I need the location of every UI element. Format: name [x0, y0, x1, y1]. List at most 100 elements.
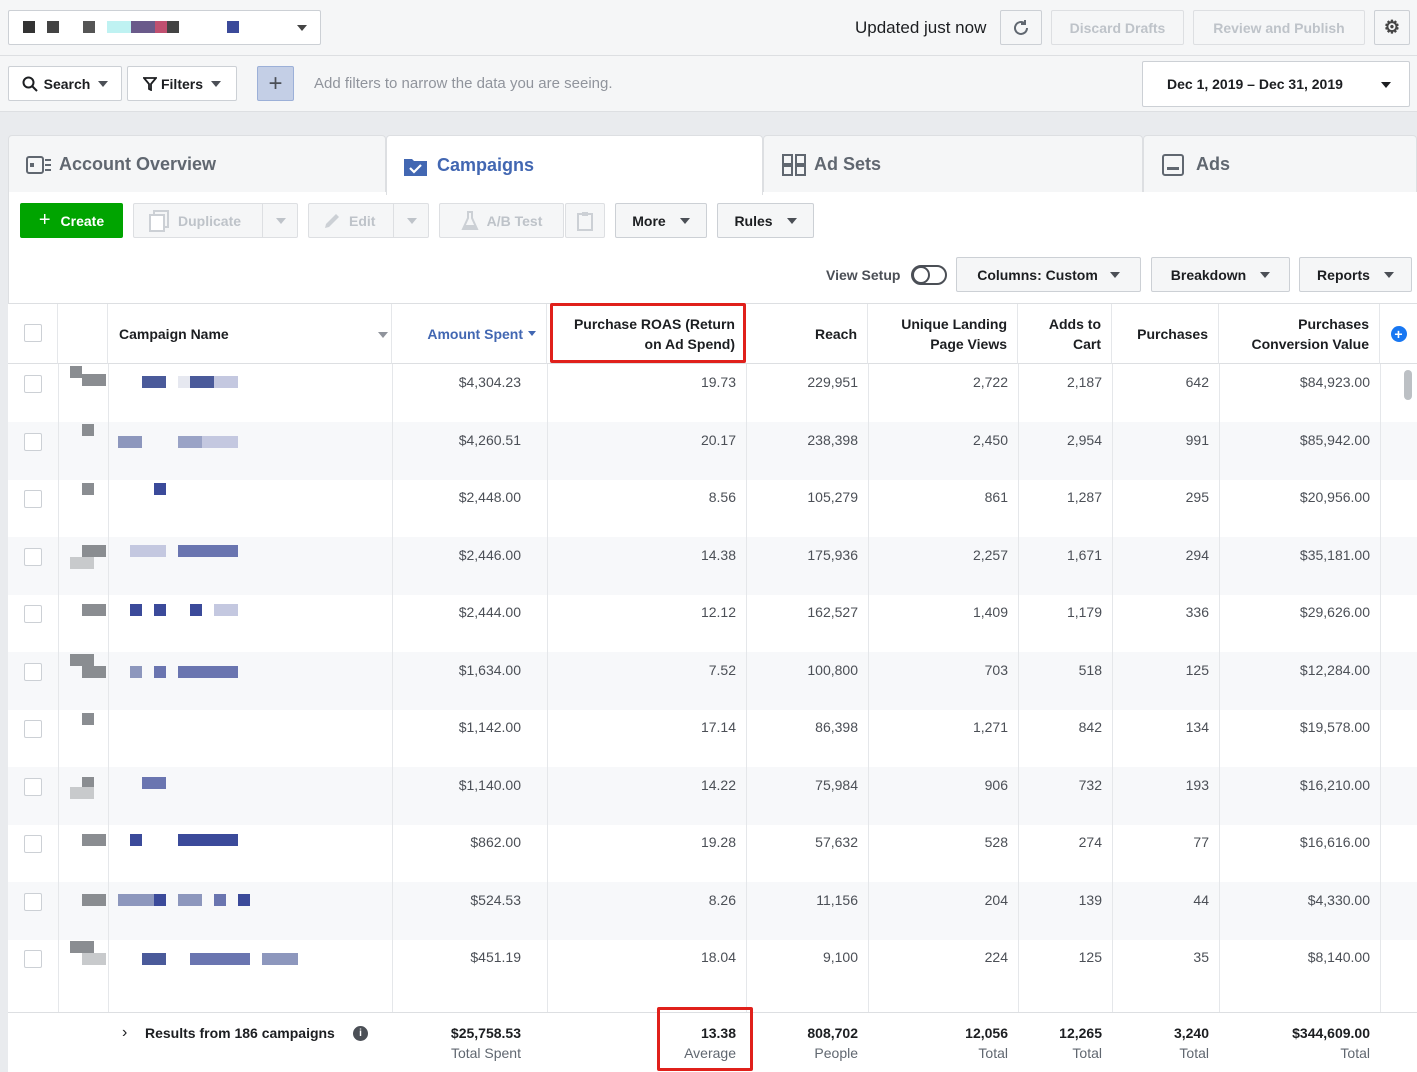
column-header-unique-landing-page-views[interactable]: Unique Landing Page Views: [868, 304, 1018, 364]
create-label: Create: [60, 212, 105, 229]
reach-cell: 105,279: [807, 489, 858, 505]
select-all-checkbox[interactable]: [24, 324, 42, 342]
summary-label: Total Spent: [450, 1045, 521, 1061]
unique-landing-page-views-cell: 2,450: [972, 431, 1008, 448]
row-checkbox[interactable]: [24, 375, 42, 393]
reach-cell: 86,398: [815, 719, 858, 735]
update-status: Updated just now: [855, 18, 987, 37]
summary-amount-spent: $25,758.53 Total Spent: [451, 1023, 521, 1063]
redacted-block: [155, 21, 167, 33]
rules-button[interactable]: Rules: [717, 203, 814, 238]
table-row[interactable]: $1,634.00 7.52 100,800 703 518 125 $12,284.00: [8, 651, 1417, 710]
row-checkbox[interactable]: [24, 662, 42, 681]
add-column-icon[interactable]: +: [1390, 325, 1407, 342]
row-checkbox[interactable]: [24, 720, 42, 738]
search-button[interactable]: Search: [8, 66, 122, 101]
purchases-conversion-value-cell: $16,616.00: [1299, 834, 1370, 850]
summary-value: 808,702: [807, 1025, 858, 1041]
clipboard-button[interactable]: [565, 203, 605, 238]
unique-landing-page-views-cell: 2,257: [972, 546, 1008, 563]
row-checkbox[interactable]: [24, 432, 42, 451]
chevron-down-icon: [276, 218, 286, 224]
purchases-conversion-value-cell: $20,956.00: [1299, 489, 1370, 505]
refresh-button[interactable]: [1000, 10, 1042, 45]
settings-button[interactable]: ⚙: [1374, 10, 1410, 45]
amount-spent-cell: $2,448.00: [458, 489, 521, 505]
discard-drafts-button[interactable]: Discard Drafts: [1051, 10, 1184, 45]
column-header-purchases[interactable]: Purchases: [1112, 304, 1219, 364]
refresh-icon: [1014, 19, 1028, 35]
columns-prefix: Columns:: [977, 266, 1046, 283]
reports-button[interactable]: Reports: [1299, 257, 1412, 292]
date-range-picker[interactable]: Dec 1, 2019 – Dec 31, 2019: [1142, 61, 1410, 107]
chevron-down-icon: [297, 25, 307, 31]
column-header-reach[interactable]: Reach: [746, 304, 868, 364]
row-checkbox[interactable]: [24, 605, 42, 623]
filter-hint: Add filters to narrow the data you are s…: [314, 75, 613, 92]
columns-button[interactable]: Columns: Custom: [956, 257, 1141, 292]
table-row[interactable]: $4,304.23 19.73 229,951 2,722 2,187 642 $84,92…: [8, 364, 1417, 422]
duplicate-icon: [149, 209, 169, 232]
redacted-campaign-name: [154, 604, 166, 616]
column-header-amount-spent[interactable]: Amount Spent: [392, 304, 547, 364]
table-row[interactable]: $4,260.51 20.17 238,398 2,450 2,954 991 $85,94…: [8, 421, 1417, 480]
purchases-cell: 336: [1185, 604, 1209, 620]
view-setup-toggle[interactable]: [911, 265, 947, 285]
redacted-campaign-name: [214, 376, 238, 388]
row-checkbox[interactable]: [24, 490, 42, 508]
purchases-conversion-value-cell: $35,181.00: [1299, 546, 1370, 563]
account-selector[interactable]: [8, 10, 321, 45]
redacted-campaign-name: [178, 544, 238, 557]
tab-account-overview[interactable]: Account Overview: [8, 135, 386, 193]
more-button[interactable]: More: [615, 203, 707, 238]
row-checkbox[interactable]: [24, 950, 42, 968]
review-publish-button[interactable]: Review and Publish: [1193, 10, 1365, 45]
tab-campaigns[interactable]: Campaigns: [386, 135, 763, 195]
row-checkbox[interactable]: [24, 892, 42, 911]
column-header-campaign-name[interactable]: Campaign Name: [108, 304, 392, 364]
edit-button[interactable]: Edit: [308, 203, 429, 238]
row-checkbox[interactable]: [24, 777, 42, 796]
table-row[interactable]: $1,140.00 14.22 75,984 906 732 193 $16,210.00: [8, 766, 1417, 825]
column-header-purchases-conversion-value[interactable]: Purchases Conversion Value: [1219, 304, 1380, 364]
results-count: Results from 186 campaigns: [145, 1025, 335, 1041]
add-filter-button[interactable]: +: [257, 66, 294, 101]
table-row[interactable]: $2,448.00 8.56 105,279 861 1,287 295 $20,956.0…: [8, 479, 1417, 537]
columns-value: Custom: [1045, 266, 1098, 283]
row-checkbox[interactable]: [24, 547, 42, 566]
table-row[interactable]: $1,142.00 17.14 86,398 1,271 842 134 $19,578.0…: [8, 709, 1417, 767]
filters-button[interactable]: Filters: [127, 66, 237, 101]
tab-ad-sets[interactable]: Ad Sets: [763, 135, 1143, 193]
column-header-adds-to-cart[interactable]: Adds to Cart: [1018, 304, 1112, 364]
redacted-campaign-name: [118, 893, 154, 906]
duplicate-button[interactable]: Duplicate: [133, 203, 298, 238]
row-checkbox[interactable]: [24, 835, 42, 853]
header-label: Amount Spent: [427, 325, 523, 342]
table-row[interactable]: $2,446.00 14.38 175,936 2,257 1,671 294 $35,18…: [8, 536, 1417, 595]
table-row[interactable]: $451.19 18.04 9,100 224 125 35 $8,140.00: [8, 939, 1417, 997]
adds-to-cart-cell: 2,187: [1066, 374, 1102, 390]
table-row[interactable]: $2,444.00 12.12 162,527 1,409 1,179 336 $29,62…: [8, 594, 1417, 652]
purchases-cell: 134: [1185, 719, 1209, 735]
purchases-conversion-value-cell: $4,330.00: [1307, 891, 1370, 908]
vertical-scrollbar-thumb[interactable]: [1404, 370, 1412, 400]
chevron-right-icon[interactable]: ›: [122, 1024, 127, 1042]
adds-to-cart-cell: 125: [1078, 949, 1102, 965]
reports-label: Reports: [1317, 266, 1370, 283]
adds-to-cart-cell: 732: [1078, 776, 1102, 793]
header-label-line: Adds to: [1048, 315, 1101, 332]
ab-test-button[interactable]: A/B Test: [439, 203, 564, 238]
redacted-campaign-name: [142, 376, 166, 388]
table-row[interactable]: $862.00 19.28 57,632 528 274 77 $16,616.00: [8, 824, 1417, 882]
tab-ads[interactable]: Ads: [1143, 135, 1417, 193]
redacted-campaign-name: [82, 953, 106, 965]
edit-label: Edit: [349, 212, 376, 229]
column-divider: [1219, 364, 1220, 1012]
table-row[interactable]: $524.53 8.26 11,156 204 139 44 $4,330.00: [8, 881, 1417, 940]
add-column-cell: +: [1380, 304, 1417, 364]
info-icon[interactable]: i: [353, 1026, 368, 1041]
breakdown-button[interactable]: Breakdown: [1151, 257, 1290, 292]
create-button[interactable]: + Create: [20, 203, 123, 238]
unique-landing-page-views-cell: 528: [984, 834, 1008, 850]
unique-landing-page-views-cell: 703: [984, 661, 1008, 678]
